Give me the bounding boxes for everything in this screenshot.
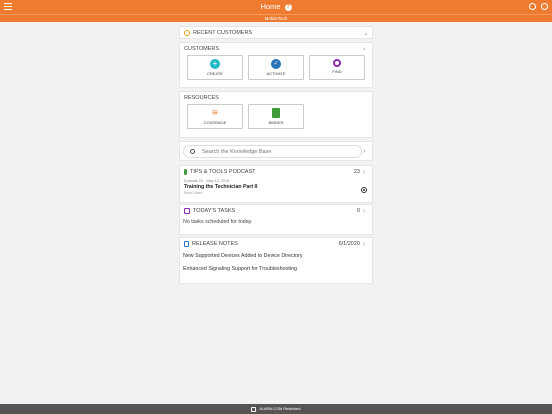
- chevron-right-icon[interactable]: ›: [363, 148, 368, 155]
- play-icon[interactable]: [361, 187, 367, 193]
- tile-label: BINDER: [268, 120, 284, 125]
- create-customer-button[interactable]: + CREATE: [187, 55, 243, 80]
- document-icon: [184, 241, 189, 247]
- recent-customers-section[interactable]: RECENT CUSTOMERS ⌄: [179, 26, 373, 39]
- tile-label: FIND: [332, 69, 342, 74]
- section-title: RECENT CUSTOMERS: [193, 30, 253, 36]
- chevron-right-icon[interactable]: ›: [363, 46, 368, 53]
- section-title: RESOURCES: [184, 95, 219, 101]
- settings-gear-icon[interactable]: [529, 3, 536, 10]
- binder-button[interactable]: BINDER: [248, 104, 304, 129]
- tasks-empty-text: No tasks scheduled for today.: [183, 219, 253, 225]
- book-icon: [272, 108, 280, 118]
- alarm-logo-icon: [251, 406, 257, 412]
- footer-text: ALARM.COM Restricted: [259, 407, 301, 411]
- section-title: RELEASE NOTES: [192, 241, 238, 247]
- release-note-item[interactable]: New Supported Devices Added to Device Di…: [180, 250, 372, 263]
- help-icon[interactable]: ?: [284, 3, 292, 11]
- section-title: CUSTOMERS: [184, 46, 220, 52]
- footer-bar: ALARM.COM Restricted: [0, 404, 552, 414]
- episode-meta: Episode 23 - May 12, 2016: [184, 179, 230, 183]
- chevron-right-icon[interactable]: ›: [363, 241, 368, 248]
- search-box[interactable]: [183, 145, 362, 158]
- top-app-bar: Home ?: [0, 0, 552, 14]
- search-icon: [190, 149, 195, 154]
- podcast-count: 23: [353, 169, 360, 175]
- todays-tasks-section[interactable]: TODAY'S TASKS 0 › No tasks scheduled for…: [179, 204, 373, 235]
- section-title: TIPS & TOOLS PODCAST: [190, 169, 256, 175]
- podcast-section[interactable]: TIPS & TOOLS PODCAST 23 › Episode 23 - M…: [179, 165, 373, 203]
- release-note-item[interactable]: Enhanced Signaling Support for Troublesh…: [180, 263, 372, 276]
- section-title: TODAY'S TASKS: [193, 208, 236, 214]
- tile-label: CREATE: [207, 71, 223, 76]
- checkbox-icon: [184, 208, 190, 214]
- search-input[interactable]: [202, 148, 352, 156]
- customers-section: CUSTOMERS › + CREATE ✓ ACTIVATE FIND: [179, 42, 373, 88]
- release-notes-section[interactable]: RELEASE NOTES 6/1/2020 › New Supported D…: [179, 237, 373, 284]
- resources-section: RESOURCES ≋ COVERAGE BINDER: [179, 91, 373, 138]
- page-title: Home: [260, 2, 281, 11]
- app-subtitle: MobileTech: [264, 16, 288, 21]
- app-subtitle-bar: MobileTech: [0, 14, 552, 22]
- activate-customer-button[interactable]: ✓ ACTIVATE: [248, 55, 304, 80]
- chevron-down-icon[interactable]: ⌄: [363, 30, 369, 37]
- magnifier-icon: [333, 59, 341, 67]
- clock-icon: [184, 30, 190, 36]
- tile-label: ACTIVATE: [266, 71, 286, 76]
- coverage-button[interactable]: ≋ COVERAGE: [187, 104, 243, 129]
- episode-title[interactable]: Training the Technician Part II: [180, 184, 372, 190]
- tasks-count: 0: [356, 208, 360, 214]
- wifi-signal-icon: ≋: [211, 108, 219, 117]
- knowledge-base-search-section: ›: [179, 141, 373, 161]
- episode-duration: 9min 19sec: [184, 191, 203, 195]
- check-circle-icon: ✓: [271, 59, 281, 69]
- microphone-icon: [184, 169, 187, 175]
- plus-circle-icon: +: [210, 59, 220, 69]
- tile-label: COVERAGE: [203, 120, 227, 125]
- chevron-right-icon[interactable]: ›: [363, 208, 368, 215]
- find-customer-button[interactable]: FIND: [309, 55, 365, 80]
- profile-icon[interactable]: [541, 3, 548, 10]
- chevron-right-icon[interactable]: ›: [363, 169, 368, 176]
- release-date: 6/1/2020: [338, 241, 360, 247]
